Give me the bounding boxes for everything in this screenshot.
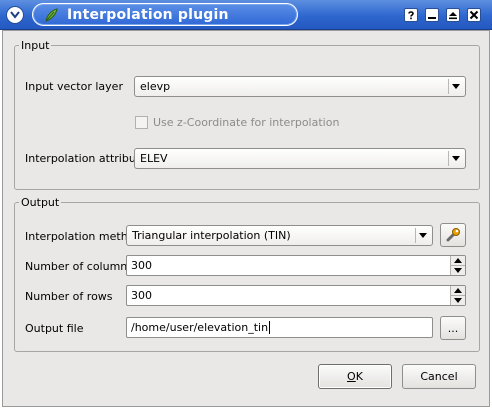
interpolation-attribute-label: Interpolation attribute [25,152,147,165]
rows-increment-button[interactable] [451,286,465,295]
window-title-pill: Interpolation plugin [32,3,298,26]
configure-interpolator-button[interactable] [440,223,466,247]
cancel-button[interactable]: Cancel [402,364,476,389]
help-button[interactable] [404,8,418,22]
close-button[interactable] [467,8,481,22]
interpolation-method-label: Interpolation method [25,230,142,243]
title-bar: Interpolation plugin [0,0,492,30]
chevron-up-icon [454,288,462,293]
chevron-up-icon [454,258,462,263]
maximize-button[interactable] [446,8,460,22]
input-vector-layer-label: Input vector layer [25,80,123,93]
interpolation-method-value: Triangular interpolation (TIN) [132,229,291,242]
output-group-legend: Output [21,196,60,209]
help-icon [408,11,414,20]
number-of-rows-label: Number of rows [25,290,113,303]
input-group-legend: Input [21,39,50,52]
chevron-down-icon [415,228,430,243]
output-file-input[interactable]: /home/user/elevation_tin [126,317,433,338]
wrench-icon [446,228,460,242]
rows-decrement-button[interactable] [451,295,465,305]
window-menu-button[interactable] [6,6,24,24]
number-of-columns-value: 300 [131,259,152,272]
ok-button-label: K [355,370,363,383]
maximize-icon [449,12,457,20]
interpolation-attribute-value: ELEV [140,152,168,165]
chevron-down-icon [448,79,463,94]
dialog-body: Input Input vector layer elevp Use z-Coo… [2,30,490,407]
cancel-button-label: Cancel [420,370,458,383]
browse-button-label: ... [447,321,459,335]
output-file-value: /home/user/elevation_tin [131,321,269,334]
ok-button[interactable]: OK [318,364,392,389]
use-z-coordinate-checkbox[interactable] [135,116,148,129]
chevron-down-icon [448,151,463,166]
minimize-icon [428,17,436,19]
minimize-button[interactable] [425,8,439,22]
number-of-rows-spinbox[interactable]: 300 [126,285,466,306]
ok-button-accel: O [347,370,356,383]
text-caret [269,321,271,334]
plugin-leaf-icon [43,7,59,23]
use-z-coordinate-option[interactable]: Use z-Coordinate for interpolation [135,116,339,129]
columns-decrement-button[interactable] [451,265,465,275]
input-vector-layer-value: elevp [140,80,171,93]
use-z-coordinate-label: Use z-Coordinate for interpolation [153,116,340,129]
input-vector-layer-combo[interactable]: elevp [134,76,466,97]
number-of-rows-value: 300 [131,289,152,302]
chevron-down-icon [454,298,462,303]
interpolation-attribute-combo[interactable]: ELEV [134,148,466,169]
number-of-columns-label: Number of columns [25,260,134,273]
number-of-columns-spinbox[interactable]: 300 [126,255,466,276]
interpolation-method-combo[interactable]: Triangular interpolation (TIN) [126,225,433,246]
output-file-label: Output file [25,322,84,335]
close-icon [469,10,479,20]
browse-output-file-button[interactable]: ... [440,316,466,340]
chevron-down-icon [454,268,462,273]
chevron-down-icon [10,11,20,19]
columns-increment-button[interactable] [451,256,465,265]
window-title: Interpolation plugin [67,6,229,23]
